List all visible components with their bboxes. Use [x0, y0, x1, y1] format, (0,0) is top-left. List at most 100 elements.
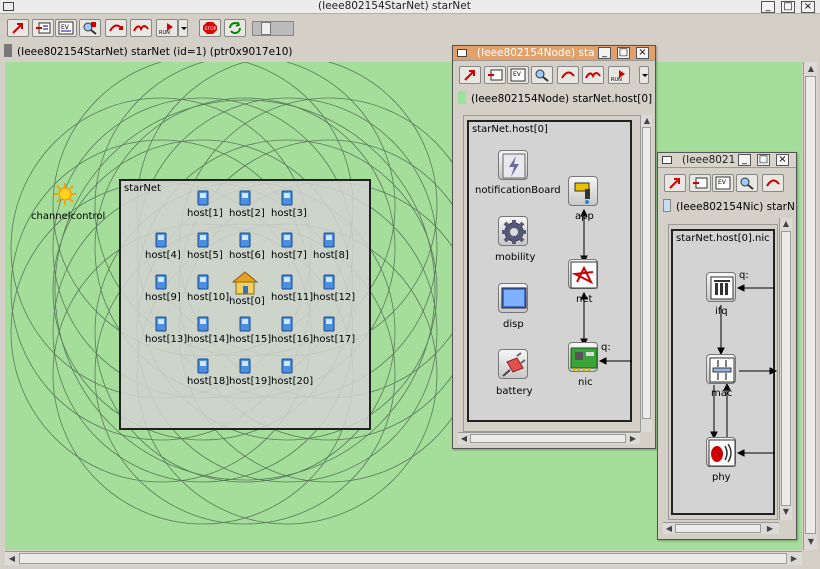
- host-node[interactable]: [154, 232, 168, 251]
- fast-run-button[interactable]: RUN: [156, 19, 178, 37]
- scroll-right-arrow[interactable]: ▶: [789, 554, 799, 564]
- channelcontrol-node[interactable]: [53, 182, 77, 206]
- node-run-dropdown[interactable]: [639, 66, 649, 84]
- parent-module-button[interactable]: [7, 19, 29, 37]
- scroll-down-arrow[interactable]: ▼: [806, 537, 816, 547]
- nic-output-button[interactable]: [689, 174, 711, 192]
- node-run-button[interactable]: [582, 66, 604, 84]
- main-vertical-scrollbar[interactable]: ▲ ▼: [803, 62, 817, 550]
- scroll-left-arrow[interactable]: ◀: [7, 554, 17, 564]
- window-menu-icon[interactable]: [3, 2, 14, 11]
- node-vertical-scrollbar[interactable]: ▲: [640, 115, 652, 432]
- module-output-button[interactable]: [32, 19, 54, 37]
- host-node[interactable]: [280, 274, 294, 293]
- nic-scroll-right-arrow[interactable]: ▶: [765, 524, 775, 534]
- host-node[interactable]: [322, 274, 336, 293]
- nic-inspector-window[interactable]: (Ieee8021 _ □ × EV (Ieee802154Nic) starN…: [657, 152, 797, 540]
- refresh-button[interactable]: [224, 19, 246, 37]
- nic-close-button[interactable]: ×: [776, 154, 789, 166]
- notificationboard-module[interactable]: [498, 150, 528, 180]
- mac-module[interactable]: [706, 354, 736, 384]
- host-node[interactable]: [196, 190, 210, 209]
- node-find-button[interactable]: [531, 66, 553, 84]
- nic-window-menu-icon[interactable]: [662, 156, 672, 164]
- event-queue-button[interactable]: EV: [55, 19, 77, 37]
- run-options-dropdown[interactable]: [178, 19, 188, 37]
- host-node[interactable]: [238, 232, 252, 251]
- phy-module[interactable]: [706, 437, 736, 467]
- host-node[interactable]: [322, 232, 336, 251]
- host-node[interactable]: [322, 316, 336, 335]
- node-canvas[interactable]: starNet.host[0] notificationBoard mobili…: [463, 115, 641, 432]
- host-node[interactable]: [154, 274, 168, 293]
- nic-hscroll-thumb[interactable]: [675, 524, 761, 533]
- node-inspector-window[interactable]: (Ieee802154Node) sta _ □ × EV RUN (Ieee8…: [452, 45, 656, 449]
- net-module[interactable]: [568, 259, 598, 289]
- node-events-button[interactable]: EV: [507, 66, 529, 84]
- battery-module[interactable]: [498, 349, 528, 379]
- node-window-menu-icon[interactable]: [457, 49, 467, 57]
- stop-button[interactable]: STOP: [199, 19, 221, 37]
- node-maximize-button[interactable]: □: [617, 47, 630, 59]
- nic-vscroll-thumb[interactable]: [781, 231, 791, 506]
- host-node[interactable]: [154, 316, 168, 335]
- nic-minimize-button[interactable]: _: [738, 154, 751, 166]
- host-node[interactable]: [280, 358, 294, 377]
- node-hscroll-thumb[interactable]: [470, 434, 626, 443]
- ifq-module[interactable]: [706, 272, 736, 302]
- host-node[interactable]: [196, 316, 210, 335]
- main-close-button[interactable]: ×: [801, 1, 815, 13]
- slider-handle[interactable]: [261, 22, 271, 35]
- main-info-text: (Ieee802154StarNet) starNet (id=1) (ptr0…: [17, 46, 293, 58]
- nic-canvas[interactable]: starNet.host[0].nic ifq q: mac phy: [668, 224, 778, 520]
- nic-window-titlebar[interactable]: (Ieee8021 _ □ ×: [658, 153, 796, 168]
- node-output-button[interactable]: [484, 66, 506, 84]
- nic-horizontal-scrollbar[interactable]: ◀ ▶: [663, 522, 779, 534]
- main-hscroll-thumb[interactable]: [19, 553, 787, 564]
- node-fast-run-button[interactable]: RUN: [608, 66, 630, 84]
- nic-maximize-button[interactable]: □: [757, 154, 770, 166]
- main-horizontal-scrollbar[interactable]: ◀ ▶: [5, 551, 802, 565]
- host-node[interactable]: [231, 270, 259, 299]
- nic-scroll-up-arrow[interactable]: ▲: [781, 219, 791, 229]
- main-vscroll-thumb[interactable]: [805, 76, 816, 534]
- nic-scroll-left-arrow[interactable]: ◀: [664, 524, 674, 534]
- host-node[interactable]: [196, 232, 210, 251]
- node-vscroll-thumb[interactable]: [642, 127, 651, 419]
- node-horizontal-scrollbar[interactable]: ◀ ▶: [458, 432, 640, 444]
- module-output-icon: [488, 69, 503, 81]
- nic-step-button[interactable]: [762, 174, 784, 192]
- host-node[interactable]: [196, 274, 210, 293]
- node-parent-button[interactable]: [459, 66, 481, 84]
- host-node[interactable]: [280, 232, 294, 251]
- nic-find-button[interactable]: [736, 174, 758, 192]
- node-scroll-up-arrow[interactable]: ▲: [642, 116, 652, 126]
- main-minimize-button[interactable]: _: [761, 1, 775, 13]
- node-window-titlebar[interactable]: (Ieee802154Node) sta _ □ ×: [453, 46, 655, 61]
- step-button[interactable]: [105, 19, 127, 37]
- nic-module[interactable]: [568, 342, 598, 372]
- find-objects-button[interactable]: [79, 19, 101, 37]
- scroll-up-arrow[interactable]: ▲: [806, 64, 816, 74]
- node-scroll-left-arrow[interactable]: ◀: [459, 434, 469, 444]
- run-button[interactable]: [130, 19, 152, 37]
- host-node[interactable]: [238, 190, 252, 209]
- node-close-button[interactable]: ×: [636, 47, 649, 59]
- node-scroll-right-arrow[interactable]: ▶: [628, 434, 638, 444]
- app-module[interactable]: [568, 176, 598, 206]
- mobility-module[interactable]: [498, 216, 528, 246]
- nic-parent-button[interactable]: [664, 174, 686, 192]
- main-maximize-button[interactable]: □: [781, 1, 795, 13]
- nic-scroll-down-arrow[interactable]: ▼: [781, 507, 791, 517]
- host-node[interactable]: [238, 358, 252, 377]
- host-node[interactable]: [280, 316, 294, 335]
- host-node[interactable]: [196, 358, 210, 377]
- nic-events-button[interactable]: EV: [712, 174, 734, 192]
- node-step-button[interactable]: [557, 66, 579, 84]
- node-minimize-button[interactable]: _: [598, 47, 611, 59]
- nic-vertical-scrollbar[interactable]: ▲ ▼: [779, 218, 792, 520]
- disp-module[interactable]: [498, 283, 528, 313]
- host-node[interactable]: [238, 316, 252, 335]
- animation-speed-slider[interactable]: [252, 21, 294, 36]
- host-node[interactable]: [280, 190, 294, 209]
